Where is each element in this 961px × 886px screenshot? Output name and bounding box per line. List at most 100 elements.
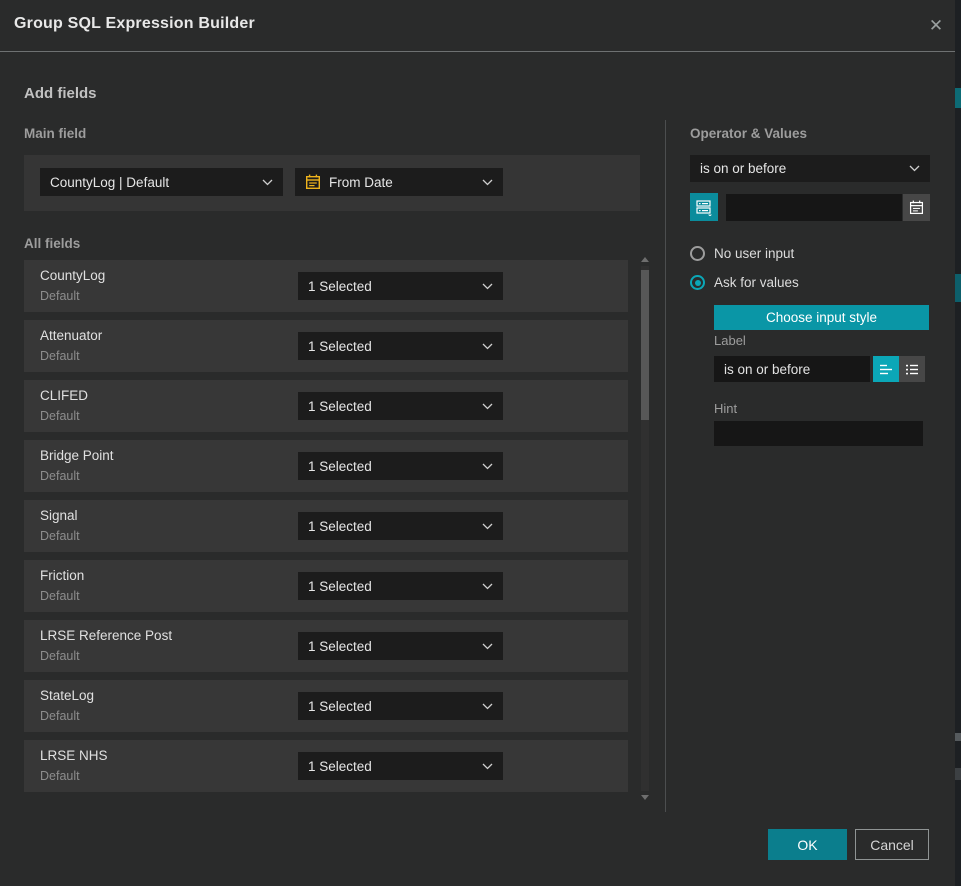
- field-sublabel: Default: [40, 709, 80, 723]
- radio-circle-icon: [690, 246, 705, 261]
- chevron-down-icon: [482, 463, 493, 470]
- main-field-field-dropdown[interactable]: From Date: [295, 168, 503, 196]
- field-name: Attenuator: [40, 328, 102, 343]
- field-selected-dropdown-value: 1 Selected: [308, 519, 482, 534]
- add-fields-heading: Add fields: [24, 85, 97, 102]
- chevron-down-icon: [482, 643, 493, 650]
- chevron-down-icon: [482, 583, 493, 590]
- field-selected-dropdown-value: 1 Selected: [308, 639, 482, 654]
- calendar-icon: [909, 200, 924, 215]
- chevron-down-icon: [909, 165, 920, 172]
- radio-no-user-input-label: No user input: [714, 246, 794, 261]
- radio-ask-for-values[interactable]: Ask for values: [690, 275, 799, 290]
- field-selected-dropdown-value: 1 Selected: [308, 759, 482, 774]
- ok-button[interactable]: OK: [768, 829, 847, 860]
- field-row: StateLog Default 1 Selected: [24, 680, 628, 732]
- group-sql-expression-builder-dialog: Group SQL Expression Builder ✕ Add field…: [0, 0, 955, 886]
- field-name: StateLog: [40, 688, 94, 703]
- main-field-label: Main field: [24, 126, 86, 141]
- stacked-input-type-icon: [695, 198, 713, 216]
- field-selected-dropdown[interactable]: 1 Selected: [298, 512, 503, 540]
- field-selected-dropdown-value: 1 Selected: [308, 279, 482, 294]
- field-selected-dropdown[interactable]: 1 Selected: [298, 752, 503, 780]
- field-name: Signal: [40, 508, 78, 523]
- single-line-input-toggle[interactable]: [873, 356, 899, 382]
- field-sublabel: Default: [40, 589, 80, 603]
- field-selected-dropdown[interactable]: 1 Selected: [298, 452, 503, 480]
- field-name: Bridge Point: [40, 448, 114, 463]
- close-icon[interactable]: ✕: [924, 14, 948, 38]
- chevron-down-icon: [262, 179, 273, 186]
- field-row: Attenuator Default 1 Selected: [24, 320, 628, 372]
- panel-divider: [665, 120, 666, 812]
- main-field-layer-dropdown-value: CountyLog | Default: [50, 175, 262, 190]
- field-selected-dropdown[interactable]: 1 Selected: [298, 632, 503, 660]
- radio-no-user-input[interactable]: No user input: [690, 246, 794, 261]
- field-selected-dropdown[interactable]: 1 Selected: [298, 572, 503, 600]
- chevron-down-icon: [482, 179, 493, 186]
- field-sublabel: Default: [40, 289, 80, 303]
- chevron-down-icon: [482, 763, 493, 770]
- hint-input[interactable]: [714, 421, 923, 446]
- field-sublabel: Default: [40, 409, 80, 423]
- list-scrollbar-thumb[interactable]: [641, 270, 649, 420]
- field-name: Friction: [40, 568, 84, 583]
- field-selected-dropdown[interactable]: 1 Selected: [298, 392, 503, 420]
- bullet-list-icon: [905, 363, 920, 376]
- list-input-toggle[interactable]: [899, 356, 925, 382]
- field-row: CountyLog Default 1 Selected: [24, 260, 628, 312]
- field-row: Bridge Point Default 1 Selected: [24, 440, 628, 492]
- chevron-down-icon: [482, 703, 493, 710]
- field-name: CLIFED: [40, 388, 88, 403]
- all-fields-list: CountyLog Default 1 Selected Attenuator …: [24, 260, 628, 792]
- background-page-sliver: [955, 0, 961, 886]
- dialog-title: Group SQL Expression Builder: [14, 15, 255, 33]
- label-input[interactable]: [714, 356, 870, 382]
- dialog-titlebar: Group SQL Expression Builder ✕: [0, 0, 955, 52]
- field-row: Signal Default 1 Selected: [24, 500, 628, 552]
- field-selected-dropdown-value: 1 Selected: [308, 459, 482, 474]
- field-sublabel: Default: [40, 649, 80, 663]
- value-input-type-button[interactable]: [690, 193, 718, 221]
- field-selected-dropdown[interactable]: 1 Selected: [298, 272, 503, 300]
- operator-dropdown-value: is on or before: [700, 161, 909, 176]
- field-name: LRSE Reference Post: [40, 628, 172, 643]
- main-field-layer-dropdown[interactable]: CountyLog | Default: [40, 168, 283, 196]
- scroll-up-arrow-icon[interactable]: [641, 257, 649, 262]
- chevron-down-icon: [482, 343, 493, 350]
- field-sublabel: Default: [40, 349, 80, 363]
- field-selected-dropdown[interactable]: 1 Selected: [298, 692, 503, 720]
- chevron-down-icon: [482, 403, 493, 410]
- field-row: Friction Default 1 Selected: [24, 560, 628, 612]
- field-selected-dropdown[interactable]: 1 Selected: [298, 332, 503, 360]
- align-left-icon: [879, 363, 894, 376]
- operator-dropdown[interactable]: is on or before: [690, 155, 930, 182]
- field-name: LRSE NHS: [40, 748, 108, 763]
- field-row: CLIFED Default 1 Selected: [24, 380, 628, 432]
- scroll-down-arrow-icon[interactable]: [641, 795, 649, 800]
- field-selected-dropdown-value: 1 Selected: [308, 339, 482, 354]
- chevron-down-icon: [482, 283, 493, 290]
- operator-values-heading: Operator & Values: [690, 126, 807, 141]
- field-selected-dropdown-value: 1 Selected: [308, 579, 482, 594]
- hint-field-label: Hint: [714, 401, 737, 416]
- field-sublabel: Default: [40, 769, 80, 783]
- radio-ask-for-values-label: Ask for values: [714, 275, 799, 290]
- radio-circle-icon: [690, 275, 705, 290]
- field-sublabel: Default: [40, 469, 80, 483]
- field-selected-dropdown-value: 1 Selected: [308, 399, 482, 414]
- field-row: LRSE NHS Default 1 Selected: [24, 740, 628, 792]
- cancel-button[interactable]: Cancel: [855, 829, 929, 860]
- value-input[interactable]: [726, 194, 902, 221]
- all-fields-label: All fields: [24, 236, 80, 251]
- field-row: LRSE Reference Post Default 1 Selected: [24, 620, 628, 672]
- calendar-icon: [305, 174, 321, 190]
- calendar-picker-button[interactable]: [903, 194, 930, 221]
- choose-input-style-button[interactable]: Choose input style: [714, 305, 929, 330]
- chevron-down-icon: [482, 523, 493, 530]
- label-field-label: Label: [714, 333, 746, 348]
- main-field-field-dropdown-value: From Date: [329, 175, 474, 190]
- field-selected-dropdown-value: 1 Selected: [308, 699, 482, 714]
- main-field-container: CountyLog | Default From Date: [24, 155, 640, 211]
- field-name: CountyLog: [40, 268, 105, 283]
